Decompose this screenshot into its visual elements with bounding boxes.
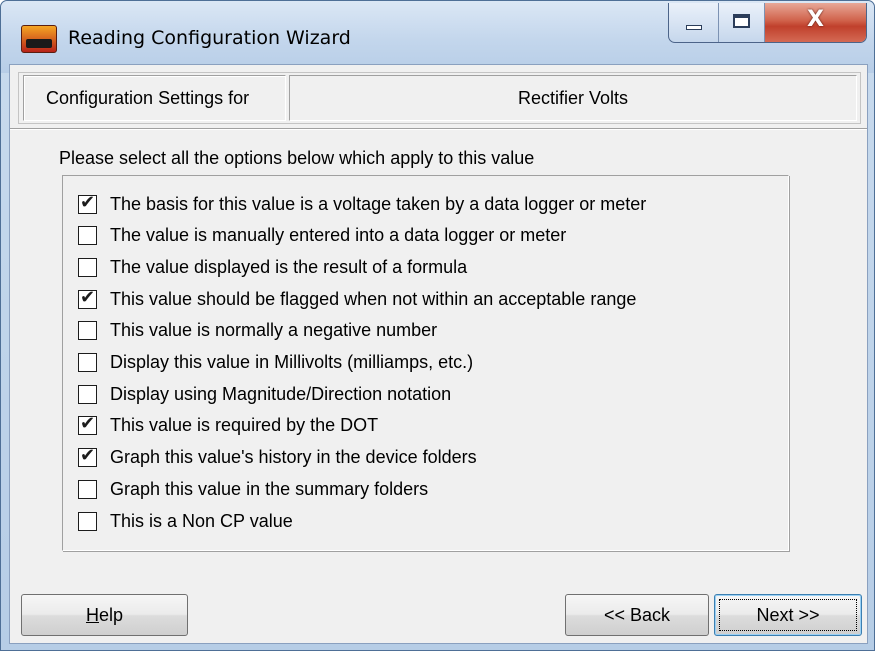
dialog-client-area: Configuration Settings for Rectifier Vol… [9, 64, 868, 644]
option-checkbox[interactable] [78, 479, 97, 499]
help-button[interactable]: Help [21, 594, 188, 636]
option-row[interactable]: Display this value in Millivolts (millia… [78, 348, 473, 378]
option-checkbox[interactable]: ✔ [78, 413, 97, 436]
option-label[interactable]: This is a Non CP value [110, 511, 293, 532]
configuration-header: Configuration Settings for Rectifier Vol… [18, 72, 861, 124]
app-logo-icon[interactable] [21, 25, 57, 53]
checkmark-icon: ✔ [80, 445, 96, 467]
options-group: ✔ The basis for this value is a voltage t… [62, 175, 789, 551]
option-row[interactable]: This value is normally a negative number [78, 316, 437, 346]
title-bar[interactable]: Reading Configuration Wizard X [1, 1, 874, 73]
option-label[interactable]: Graph this value's history in the device… [110, 447, 477, 468]
option-checkbox[interactable] [78, 511, 97, 531]
value-name: Rectifier Volts [289, 75, 857, 121]
close-button[interactable]: X [765, 3, 866, 42]
option-label[interactable]: The value displayed is the result of a f… [110, 257, 467, 278]
option-row[interactable]: ✔ Graph this value's history in the devic… [78, 443, 477, 473]
option-row[interactable]: The value is manually entered into a dat… [78, 221, 566, 251]
minimize-icon [686, 25, 702, 30]
instructions-text: Please select all the options below whic… [59, 148, 535, 168]
option-row[interactable]: ✔ This value is required by the DOT [78, 411, 378, 441]
configuration-settings-label: Configuration Settings for [23, 75, 286, 121]
option-row[interactable]: This is a Non CP value [78, 506, 293, 536]
option-label[interactable]: Display this value in Millivolts (millia… [110, 352, 473, 373]
help-button-mnemonic: H [85, 605, 99, 625]
maximize-button[interactable] [719, 3, 765, 42]
option-label[interactable]: The basis for this value is a voltage ta… [110, 194, 646, 215]
option-label[interactable]: The value is manually entered into a dat… [110, 225, 566, 246]
option-row[interactable]: Display using Magnitude/Direction notati… [78, 379, 451, 409]
window-title: Reading Configuration Wizard [68, 27, 351, 49]
back-button[interactable]: << Back [565, 594, 709, 636]
option-checkbox[interactable] [78, 257, 97, 277]
divider [10, 128, 867, 130]
option-checkbox[interactable] [78, 226, 97, 246]
option-checkbox[interactable] [78, 384, 97, 404]
next-button[interactable]: Next >> [714, 594, 862, 636]
window-controls: X [668, 3, 867, 43]
close-icon: X [807, 7, 824, 32]
back-button-label: << Back [603, 605, 671, 625]
wizard-window: Reading Configuration Wizard X Configura… [0, 0, 875, 651]
option-label[interactable]: This value is required by the DOT [110, 415, 378, 436]
checkmark-icon: ✔ [80, 413, 96, 435]
option-label[interactable]: This value is normally a negative number [110, 320, 437, 341]
option-checkbox[interactable] [78, 353, 97, 372]
option-label[interactable]: Graph this value in the summary folders [110, 479, 428, 500]
option-checkbox[interactable]: ✔ [78, 286, 97, 309]
help-button-label: elp [98, 605, 124, 625]
option-row[interactable]: The value displayed is the result of a f… [78, 252, 467, 282]
checkmark-icon: ✔ [80, 286, 96, 308]
focus-rectangle: Next >> [719, 599, 857, 631]
minimize-button[interactable] [669, 3, 719, 42]
maximize-icon [733, 14, 750, 28]
option-checkbox[interactable]: ✔ [78, 445, 97, 468]
option-checkbox[interactable] [78, 321, 97, 341]
option-row[interactable]: ✔ The basis for this value is a voltage t… [78, 189, 646, 219]
checkmark-icon: ✔ [80, 191, 96, 213]
option-row[interactable]: ✔ This value should be flagged when not w… [78, 284, 636, 314]
option-label[interactable]: This value should be flagged when not wi… [110, 289, 636, 310]
option-checkbox[interactable]: ✔ [78, 191, 97, 214]
option-label[interactable]: Display using Magnitude/Direction notati… [110, 384, 451, 405]
option-row[interactable]: Graph this value in the summary folders [78, 474, 428, 504]
next-button-label: Next >> [756, 605, 820, 625]
